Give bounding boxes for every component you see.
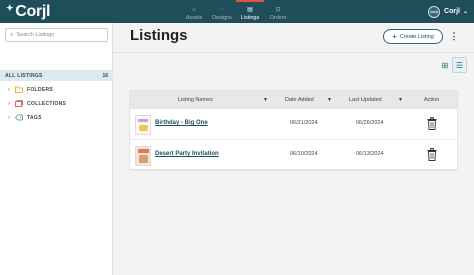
nav-assets-label: Assets [185,15,203,21]
brand-name: Corjl [15,2,51,20]
all-listings-item[interactable]: ALL LISTINGS 16 [0,70,113,81]
trash-icon[interactable] [427,148,437,162]
tree-item-folders[interactable]: › FOLDERS [8,85,53,95]
col-header-label: Action [424,97,440,103]
tag-icon [14,114,25,123]
user-name: Corjl [444,8,460,15]
chevron-right-icon[interactable]: › [8,87,14,93]
search-box: ⌕ [5,28,108,42]
orders-icon: ⊡ [275,7,281,13]
listing-name-link[interactable]: Desert Party Invitation [155,151,219,157]
date-added: 06/21/2024 [290,120,318,126]
all-listings-label: ALL LISTINGS [5,72,43,79]
plus-icon: + [392,32,397,41]
list-view-icon[interactable]: ☰ [452,57,467,73]
listing-thumbnail[interactable] [135,115,151,135]
col-last-updated[interactable]: Last Updated [349,91,382,109]
collections-icon [15,99,25,109]
more-options-icon[interactable]: ⋮ [450,29,459,44]
nav-listings[interactable]: ▤ Listings [236,0,264,23]
divider [113,52,474,53]
sidebar: ⌕ ALL LISTINGS 16 › FOLDERS › COLLECTION… [0,23,113,275]
tree-item-label: TAGS [27,115,42,121]
tree-item-label: COLLECTIONS [27,101,67,107]
assets-icon: ☼ [191,7,197,13]
top-bar: ✦ Corjl ☼ Assets ◌ Designs ▤ Listings ⊡ … [0,0,474,23]
last-updated: 06/26/2024 [356,120,384,126]
date-added: 06/10/2024 [290,151,318,157]
folder-icon [15,86,25,95]
listing-thumbnail[interactable] [135,146,151,166]
trash-icon[interactable] [427,117,437,131]
nav-designs-label: Designs [212,15,232,21]
sort-names-icon[interactable]: ▼ [263,91,268,109]
listing-name-link[interactable]: Birthday - Big One [155,120,208,126]
brand-logo[interactable]: ✦ Corjl [6,0,51,23]
col-header-label: Listing Names [178,97,213,103]
search-input[interactable] [16,32,102,38]
avatar: corjl [428,5,441,18]
grid-view-icon[interactable]: ⊞ [438,58,452,72]
brand-mark-icon: ✦ [6,3,14,13]
nav-orders-label: Orders [269,15,287,21]
listings-icon: ▤ [247,7,253,13]
last-updated: 06/13/2024 [356,151,384,157]
listings-table: Listing Names ▼ Date Added ▼ Last Update… [129,90,458,171]
nav-assets[interactable]: ☼ Assets [180,0,208,23]
tree-item-label: FOLDERS [27,87,53,93]
table-row[interactable]: Birthday - Big One 06/21/2024 06/26/2024 [130,109,457,140]
sort-updated-icon[interactable]: ▼ [398,91,403,109]
nav-listings-label: Listings [240,15,260,21]
col-action: Action [424,91,439,109]
main-nav: ☼ Assets ◌ Designs ▤ Listings ⊡ Orders [180,0,292,23]
chevron-right-icon[interactable]: › [8,101,14,107]
page-title: Listings [130,27,188,44]
listings-count-badge: 16 [102,72,108,79]
sort-added-icon[interactable]: ▼ [327,91,332,109]
col-listing-names[interactable]: Listing Names [178,91,213,109]
table-header: Listing Names ▼ Date Added ▼ Last Update… [130,91,457,109]
nav-orders[interactable]: ⊡ Orders [264,0,292,23]
search-icon: ⌕ [10,31,14,38]
table-row[interactable]: Desert Party Invitation 06/10/2024 06/13… [130,140,457,171]
nav-designs[interactable]: ◌ Designs [208,0,236,23]
col-header-label: Last Updated [349,97,382,103]
tree-item-collections[interactable]: › COLLECTIONS [8,99,66,109]
user-menu[interactable]: corjl Corjl ⌄ [428,0,468,23]
chevron-down-icon: ⌄ [462,9,468,15]
tree-item-tags[interactable]: › TAGS [8,113,42,123]
create-listing-button[interactable]: + Create Listing [383,29,443,44]
designs-icon: ◌ [220,7,224,13]
chevron-right-icon[interactable]: › [8,115,14,121]
col-header-label: Date Added [285,97,314,103]
create-listing-label: Create Listing [399,33,434,40]
col-date-added[interactable]: Date Added [285,91,314,109]
